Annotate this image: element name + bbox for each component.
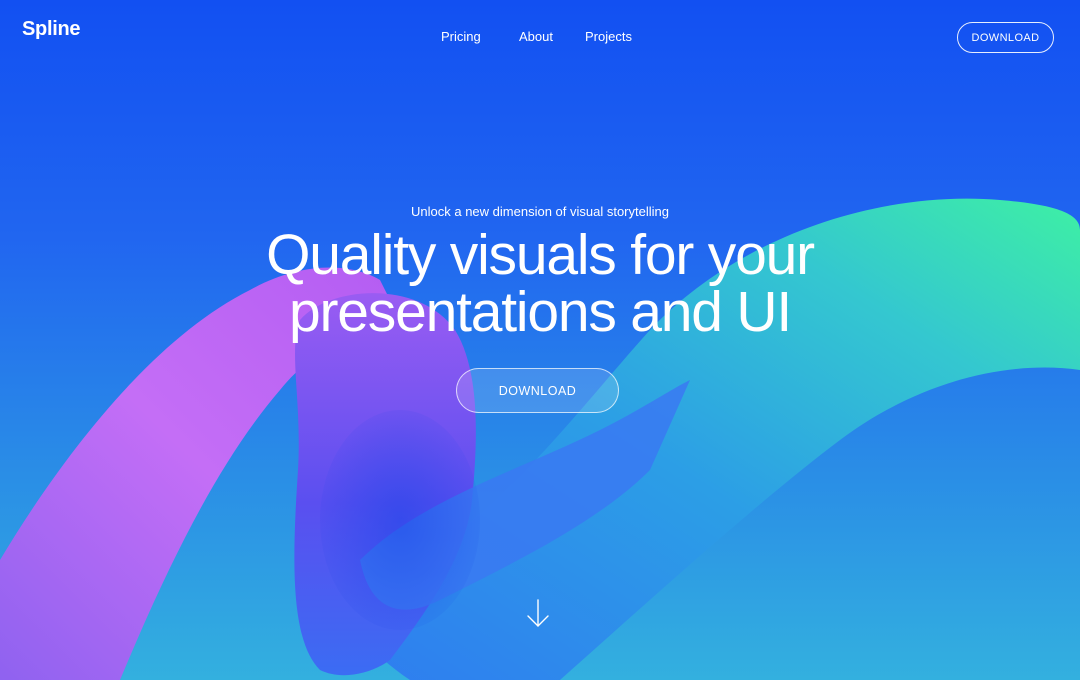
- hero-download-button[interactable]: DOWNLOAD: [456, 368, 619, 413]
- hero-headline-line1: Quality visuals for your: [266, 223, 815, 287]
- hero-eyebrow: Unlock a new dimension of visual storyte…: [411, 204, 669, 219]
- hero-headline-line2: presentations and UI: [289, 280, 792, 344]
- arrow-down-icon[interactable]: [525, 598, 551, 630]
- hero-section: Unlock a new dimension of visual storyte…: [0, 0, 1080, 680]
- hero-headline: Quality visuals for your presentations a…: [0, 227, 1080, 341]
